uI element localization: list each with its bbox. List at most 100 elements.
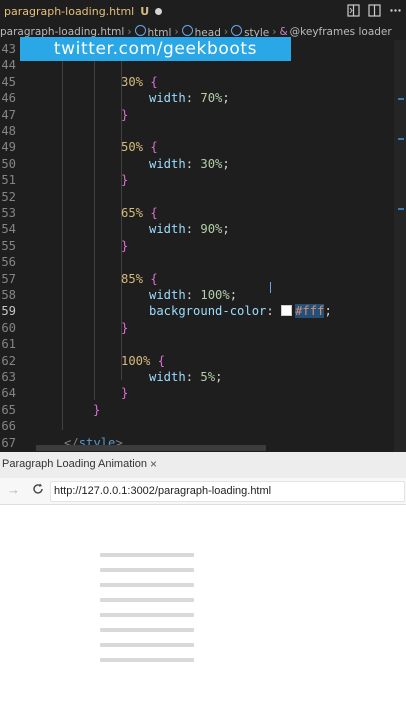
code-text: width: 30%; [149, 156, 230, 171]
line-number: 49 [1, 140, 16, 155]
line-number: 63 [1, 370, 16, 384]
line-number: 48 [1, 124, 16, 138]
code-line[interactable]: 60} [0, 320, 394, 336]
line-number: 45 [1, 74, 16, 89]
code-line[interactable]: 62 100% { [0, 353, 394, 369]
code-text: background-color: #fff; [149, 304, 332, 319]
code-line[interactable]: 63 width: 5%; [0, 369, 394, 385]
code-line[interactable]: 56 [0, 254, 394, 270]
page-viewport [0, 505, 406, 720]
code-text: 65% { [121, 206, 158, 220]
line-number: 64 [1, 386, 16, 401]
code-text: width: 90%; [149, 222, 230, 237]
scroll-marker [398, 98, 404, 100]
editor-actions [347, 4, 402, 17]
code-text: } [93, 402, 101, 417]
line-number: 50 [1, 156, 16, 171]
forward-arrow-icon[interactable]: → [7, 482, 20, 497]
element-icon [134, 25, 146, 36]
code-line[interactable]: 48 [0, 123, 394, 139]
browser-tab-title: Paragraph Loading Animation [2, 458, 147, 470]
browser-window: Paragraph Loading Animation × → http://1… [0, 452, 406, 720]
reload-icon[interactable] [31, 482, 45, 496]
code-text: } [121, 173, 129, 188]
paragraph-loader-line [100, 553, 194, 557]
code-text: } [121, 386, 129, 401]
code-text: 50% { [121, 140, 158, 155]
paragraph-loader-line [100, 598, 194, 602]
code-line[interactable]: 58 width: 100%; [0, 287, 394, 303]
code-text: width: 70%; [149, 91, 230, 106]
code-line[interactable]: 50 width: 30%; [0, 156, 394, 172]
layout-icon[interactable] [368, 4, 381, 17]
code-text: 100% { [121, 353, 166, 368]
line-number: 66 [1, 419, 16, 434]
color-swatch-icon [281, 305, 293, 317]
more-actions-icon[interactable] [389, 4, 402, 17]
line-number: 44 [1, 58, 16, 73]
code-line[interactable]: 65} [0, 402, 394, 418]
scroll-marker [398, 138, 404, 140]
line-number: 58 [1, 288, 16, 302]
code-line[interactable]: 53 65% { [0, 205, 394, 221]
paragraph-loader-line [100, 628, 194, 632]
line-number: 57 [1, 271, 16, 286]
editor-tab-filename[interactable]: paragraph-loading.html [4, 5, 134, 18]
code-line[interactable]: 46 width: 70%; [0, 90, 394, 106]
code-line[interactable]: 66 [0, 418, 394, 434]
code-line[interactable]: 47} [0, 107, 394, 123]
url-input[interactable]: http://127.0.0.1:3002/paragraph-loading.… [50, 481, 405, 502]
text-cursor-icon [270, 282, 271, 293]
line-number: 52 [1, 189, 16, 204]
code-line[interactable]: 45 30% { [0, 74, 394, 90]
breadcrumb-item-keyframes[interactable]: & @keyframes loader [279, 26, 391, 38]
line-number: 47 [1, 107, 16, 122]
code-line[interactable]: 52 [0, 189, 394, 205]
code-line[interactable]: 64} [0, 385, 394, 401]
code-line[interactable]: 61 [0, 336, 394, 352]
code-line[interactable]: 54 width: 90%; [0, 221, 394, 237]
watermark-banner: twitter.com/geekboots [20, 37, 291, 61]
line-number: 51 [1, 173, 16, 188]
editor-scrollbar[interactable] [394, 40, 406, 452]
line-number: 46 [1, 91, 16, 106]
line-number: 60 [1, 320, 16, 335]
editor-tab-status: U [140, 4, 150, 18]
unsaved-dot-icon[interactable] [155, 7, 163, 15]
code-editor[interactable]: 43 44 45 30% {46 width: 70%; 47} 48 49 50% {50 wi… [0, 40, 406, 452]
element-icon [231, 25, 243, 36]
browser-toolbar: → http://127.0.0.1:3002/paragraph-loadin… [0, 478, 406, 505]
paragraph-loader-line [100, 613, 194, 617]
paragraph-loader-line [100, 568, 194, 572]
code-text: 30% { [121, 74, 158, 89]
code-line[interactable]: 55} [0, 238, 394, 254]
code-text: } [121, 320, 129, 335]
browser-tab[interactable]: Paragraph Loading Animation × [0, 452, 406, 478]
code-line[interactable]: 51} [0, 172, 394, 188]
line-number: 56 [1, 255, 16, 270]
code-text: width: 100%; [149, 288, 238, 302]
code-line[interactable]: 57 85% { [0, 271, 394, 287]
code-line[interactable]: 59 background-color: #fff; [0, 303, 394, 319]
line-number: 59 [1, 304, 16, 319]
element-icon [181, 25, 193, 36]
line-number: 54 [1, 222, 16, 237]
paragraph-loader-line [100, 643, 194, 647]
code-text: } [121, 238, 129, 253]
scroll-marker [398, 208, 404, 210]
code-line[interactable]: 49 50% { [0, 139, 394, 155]
line-number: 67 [1, 435, 16, 450]
code-text: 85% { [121, 271, 158, 286]
close-tab-icon[interactable]: × [150, 457, 157, 471]
line-number: 65 [1, 402, 16, 417]
line-number: 53 [1, 206, 16, 220]
horizontal-scrollbar[interactable] [36, 445, 266, 451]
split-editor-icon[interactable] [347, 4, 360, 17]
paragraph-loader-line [100, 658, 194, 662]
code-text: width: 5%; [149, 370, 223, 384]
line-number: 62 [1, 353, 16, 368]
code-text: } [121, 107, 129, 122]
line-number: 61 [1, 337, 16, 352]
line-number: 43 [1, 42, 16, 56]
paragraph-loader-line [100, 583, 194, 587]
